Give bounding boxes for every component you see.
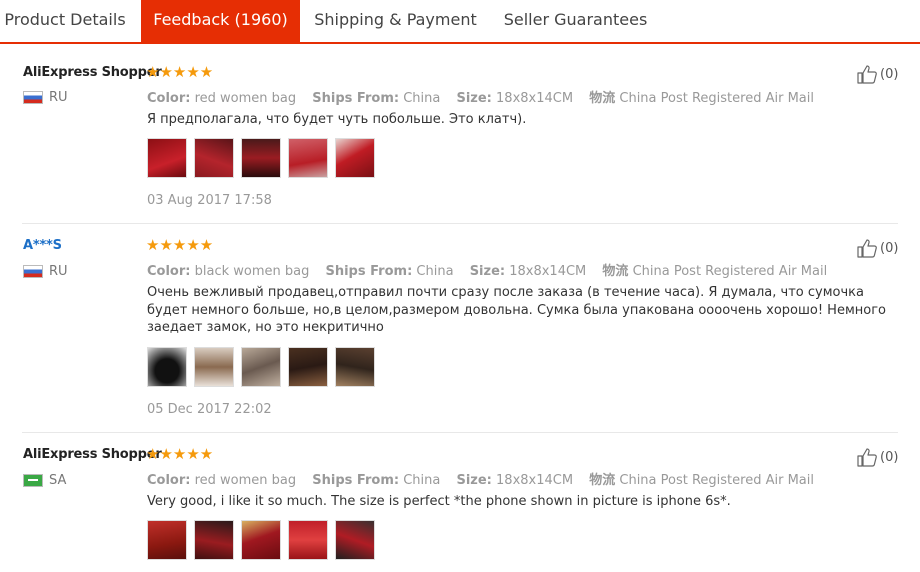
color-value: black women bag bbox=[194, 264, 310, 279]
review-photos bbox=[147, 138, 375, 178]
logistics-label: 物流 bbox=[589, 91, 616, 106]
like-count: (0) bbox=[880, 240, 899, 256]
russia-flag-icon bbox=[23, 265, 43, 278]
review-photo[interactable] bbox=[241, 520, 281, 560]
thumbs-up-icon bbox=[856, 238, 878, 258]
review-photo[interactable] bbox=[288, 347, 328, 387]
review-date: 05 Dec 2017 22:02 bbox=[147, 402, 272, 417]
review-divider bbox=[22, 432, 898, 433]
review-photo[interactable] bbox=[288, 138, 328, 178]
review-text: Very good, i like it so much. The size i… bbox=[147, 494, 731, 509]
size-value: 18x8x14CM bbox=[496, 91, 574, 106]
like-count: (0) bbox=[880, 66, 899, 82]
color-label: Color: bbox=[147, 264, 191, 279]
size-label: Size: bbox=[469, 264, 506, 279]
review-divider bbox=[22, 223, 898, 224]
review-photo[interactable] bbox=[194, 138, 234, 178]
country-code: SA bbox=[49, 473, 67, 488]
star-rating: ★★★★★ bbox=[146, 445, 214, 463]
review-photo[interactable] bbox=[335, 520, 375, 560]
review-photos bbox=[147, 520, 375, 560]
tab-bar: Product Details Feedback (1960) Shipping… bbox=[0, 0, 920, 44]
russia-flag-icon bbox=[23, 91, 43, 104]
review-photo[interactable] bbox=[147, 347, 187, 387]
review-text: Очень вежливый продавец,отправил почти с… bbox=[147, 285, 887, 335]
color-value: red women bag bbox=[194, 91, 297, 106]
tab-product-details[interactable]: Product Details bbox=[0, 0, 130, 42]
logistics-label: 物流 bbox=[589, 473, 616, 488]
reviewer-country: SA bbox=[23, 473, 66, 488]
size-value: 18x8x14CM bbox=[496, 473, 574, 488]
review-photo[interactable] bbox=[147, 138, 187, 178]
tab-shipping-payment[interactable]: Shipping & Payment bbox=[308, 0, 483, 42]
review-photo[interactable] bbox=[194, 347, 234, 387]
ships-from-value: China bbox=[403, 473, 441, 488]
logistics-value: China Post Registered Air Mail bbox=[619, 473, 814, 488]
review-photo[interactable] bbox=[241, 347, 281, 387]
order-info: Color: red women bag Ships From: China S… bbox=[147, 87, 814, 106]
logistics-label: 物流 bbox=[602, 264, 629, 279]
country-code: RU bbox=[49, 90, 68, 105]
review-photo[interactable] bbox=[147, 520, 187, 560]
tab-feedback[interactable]: Feedback (1960) bbox=[141, 0, 300, 44]
review-photo[interactable] bbox=[288, 520, 328, 560]
reviewer-name[interactable]: A***S bbox=[23, 238, 62, 253]
helpful-button[interactable]: (0) bbox=[856, 447, 898, 467]
thumbs-up-icon bbox=[856, 447, 878, 467]
star-rating: ★★★★★ bbox=[146, 63, 214, 81]
order-info: Color: red women bag Ships From: China S… bbox=[147, 469, 814, 488]
review-photo[interactable] bbox=[241, 138, 281, 178]
helpful-button[interactable]: (0) bbox=[856, 238, 898, 258]
thumbs-up-icon bbox=[856, 64, 878, 84]
size-value: 18x8x14CM bbox=[509, 264, 587, 279]
review-photo[interactable] bbox=[335, 347, 375, 387]
ships-from-value: China bbox=[416, 264, 454, 279]
review-date: 03 Aug 2017 17:58 bbox=[147, 193, 272, 208]
review-photos bbox=[147, 347, 375, 387]
reviewer-name[interactable]: AliExpress Shopper bbox=[23, 447, 162, 462]
ships-from-label: Ships From: bbox=[312, 473, 400, 488]
reviewer-country: RU bbox=[23, 264, 68, 279]
color-label: Color: bbox=[147, 91, 191, 106]
saudi-flag-icon bbox=[23, 474, 43, 487]
star-rating: ★★★★★ bbox=[146, 236, 214, 254]
review-text: Я предполагала, что будет чуть побольше.… bbox=[147, 112, 527, 127]
tab-seller-guarantees[interactable]: Seller Guarantees bbox=[498, 0, 653, 42]
logistics-value: China Post Registered Air Mail bbox=[632, 264, 828, 279]
reviewer-country: RU bbox=[23, 90, 68, 105]
color-label: Color: bbox=[147, 473, 191, 488]
helpful-button[interactable]: (0) bbox=[856, 64, 898, 84]
country-code: RU bbox=[49, 264, 68, 279]
size-label: Size: bbox=[456, 91, 492, 106]
size-label: Size: bbox=[456, 473, 492, 488]
ships-from-label: Ships From: bbox=[325, 264, 413, 279]
logistics-value: China Post Registered Air Mail bbox=[619, 91, 814, 106]
color-value: red women bag bbox=[194, 473, 297, 488]
order-info: Color: black women bag Ships From: China… bbox=[147, 260, 827, 279]
ships-from-value: China bbox=[403, 91, 441, 106]
like-count: (0) bbox=[880, 449, 899, 465]
ships-from-label: Ships From: bbox=[312, 91, 400, 106]
reviewer-name[interactable]: AliExpress Shopper bbox=[23, 65, 162, 80]
review-photo[interactable] bbox=[194, 520, 234, 560]
review-photo[interactable] bbox=[335, 138, 375, 178]
